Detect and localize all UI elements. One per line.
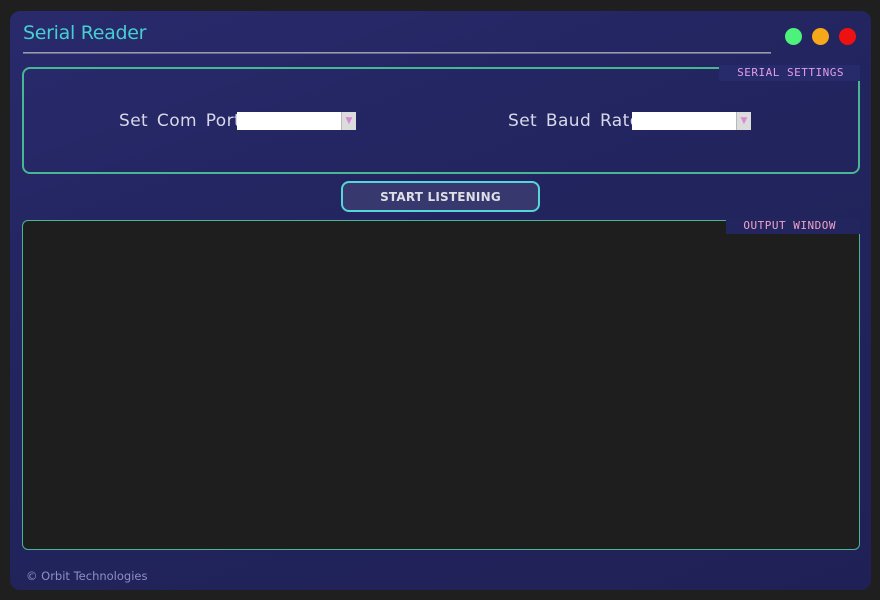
maximize-button[interactable] (785, 28, 802, 45)
output-window[interactable]: OUTPUT WINDOW (22, 218, 860, 550)
chevron-down-icon[interactable]: ▼ (341, 112, 356, 130)
baud-rate-label: Set Baud Rate (508, 111, 641, 131)
start-listening-button[interactable]: START LISTENING (341, 181, 540, 212)
baud-rate-select[interactable]: ▼ (632, 112, 751, 130)
com-port-label: Set Com Port (119, 111, 242, 131)
com-port-select[interactable]: ▼ (237, 112, 356, 130)
close-button[interactable] (839, 28, 856, 45)
window-title: Serial Reader (23, 22, 147, 44)
footer-copyright: © Orbit Technologies (26, 569, 148, 583)
chevron-down-icon[interactable]: ▼ (736, 112, 751, 130)
title-divider (23, 52, 771, 54)
serial-settings-panel: SERIAL SETTINGS Set Com Port ▼ Set Baud … (22, 65, 860, 174)
app-window: Serial Reader SERIAL SETTINGS Set Com Po… (10, 11, 871, 590)
output-window-legend: OUTPUT WINDOW (726, 218, 860, 234)
minimize-button[interactable] (812, 28, 829, 45)
serial-settings-legend: SERIAL SETTINGS (719, 65, 860, 81)
